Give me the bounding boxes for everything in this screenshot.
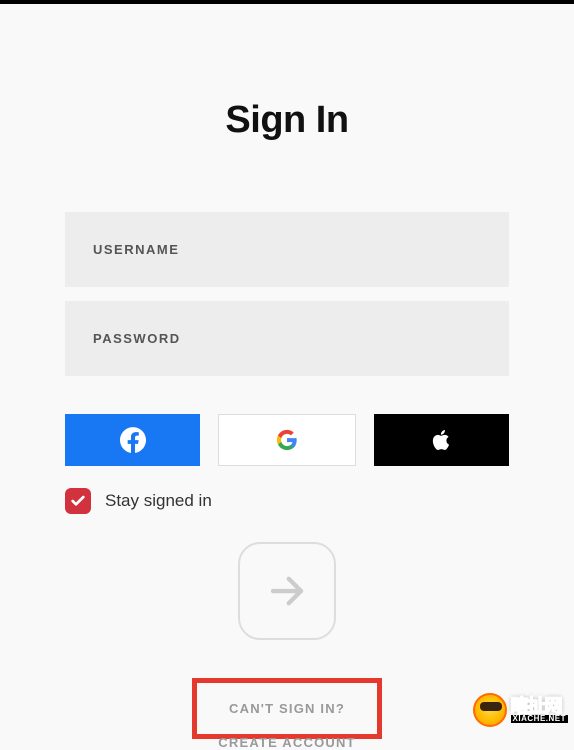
highlight-box: CAN'T SIGN IN?: [192, 678, 382, 739]
page-title: Sign In: [65, 99, 509, 142]
watermark-emoji-icon: [473, 693, 507, 727]
checkmark-icon: [70, 493, 86, 509]
google-icon: [276, 429, 298, 451]
watermark-main: 瞎扯网: [511, 697, 568, 715]
username-input[interactable]: [65, 212, 509, 287]
checkbox-box: [65, 488, 91, 514]
watermark: 瞎扯网 XIACHE.NET: [473, 693, 568, 727]
password-group: [65, 301, 509, 376]
password-input[interactable]: [65, 301, 509, 376]
apple-login-button[interactable]: [374, 414, 509, 466]
signin-container: Sign In: [0, 99, 574, 750]
watermark-sub: XIACHE.NET: [511, 715, 568, 723]
stay-signed-in-checkbox[interactable]: Stay signed in: [65, 488, 509, 514]
submit-button[interactable]: [238, 542, 336, 640]
username-group: [65, 212, 509, 287]
top-accent-bar: [0, 0, 574, 4]
watermark-text: 瞎扯网 XIACHE.NET: [511, 697, 568, 723]
facebook-icon: [120, 427, 146, 453]
facebook-login-button[interactable]: [65, 414, 200, 466]
create-account-link[interactable]: CREATE ACCOUNT: [65, 735, 509, 750]
arrow-right-icon: [266, 570, 308, 612]
checkbox-label: Stay signed in: [105, 491, 212, 511]
apple-icon: [429, 426, 453, 454]
google-login-button[interactable]: [218, 414, 355, 466]
social-login-row: [65, 414, 509, 466]
links-section: CAN'T SIGN IN? CREATE ACCOUNT: [65, 678, 509, 750]
cant-sign-in-link[interactable]: CAN'T SIGN IN?: [229, 701, 345, 716]
